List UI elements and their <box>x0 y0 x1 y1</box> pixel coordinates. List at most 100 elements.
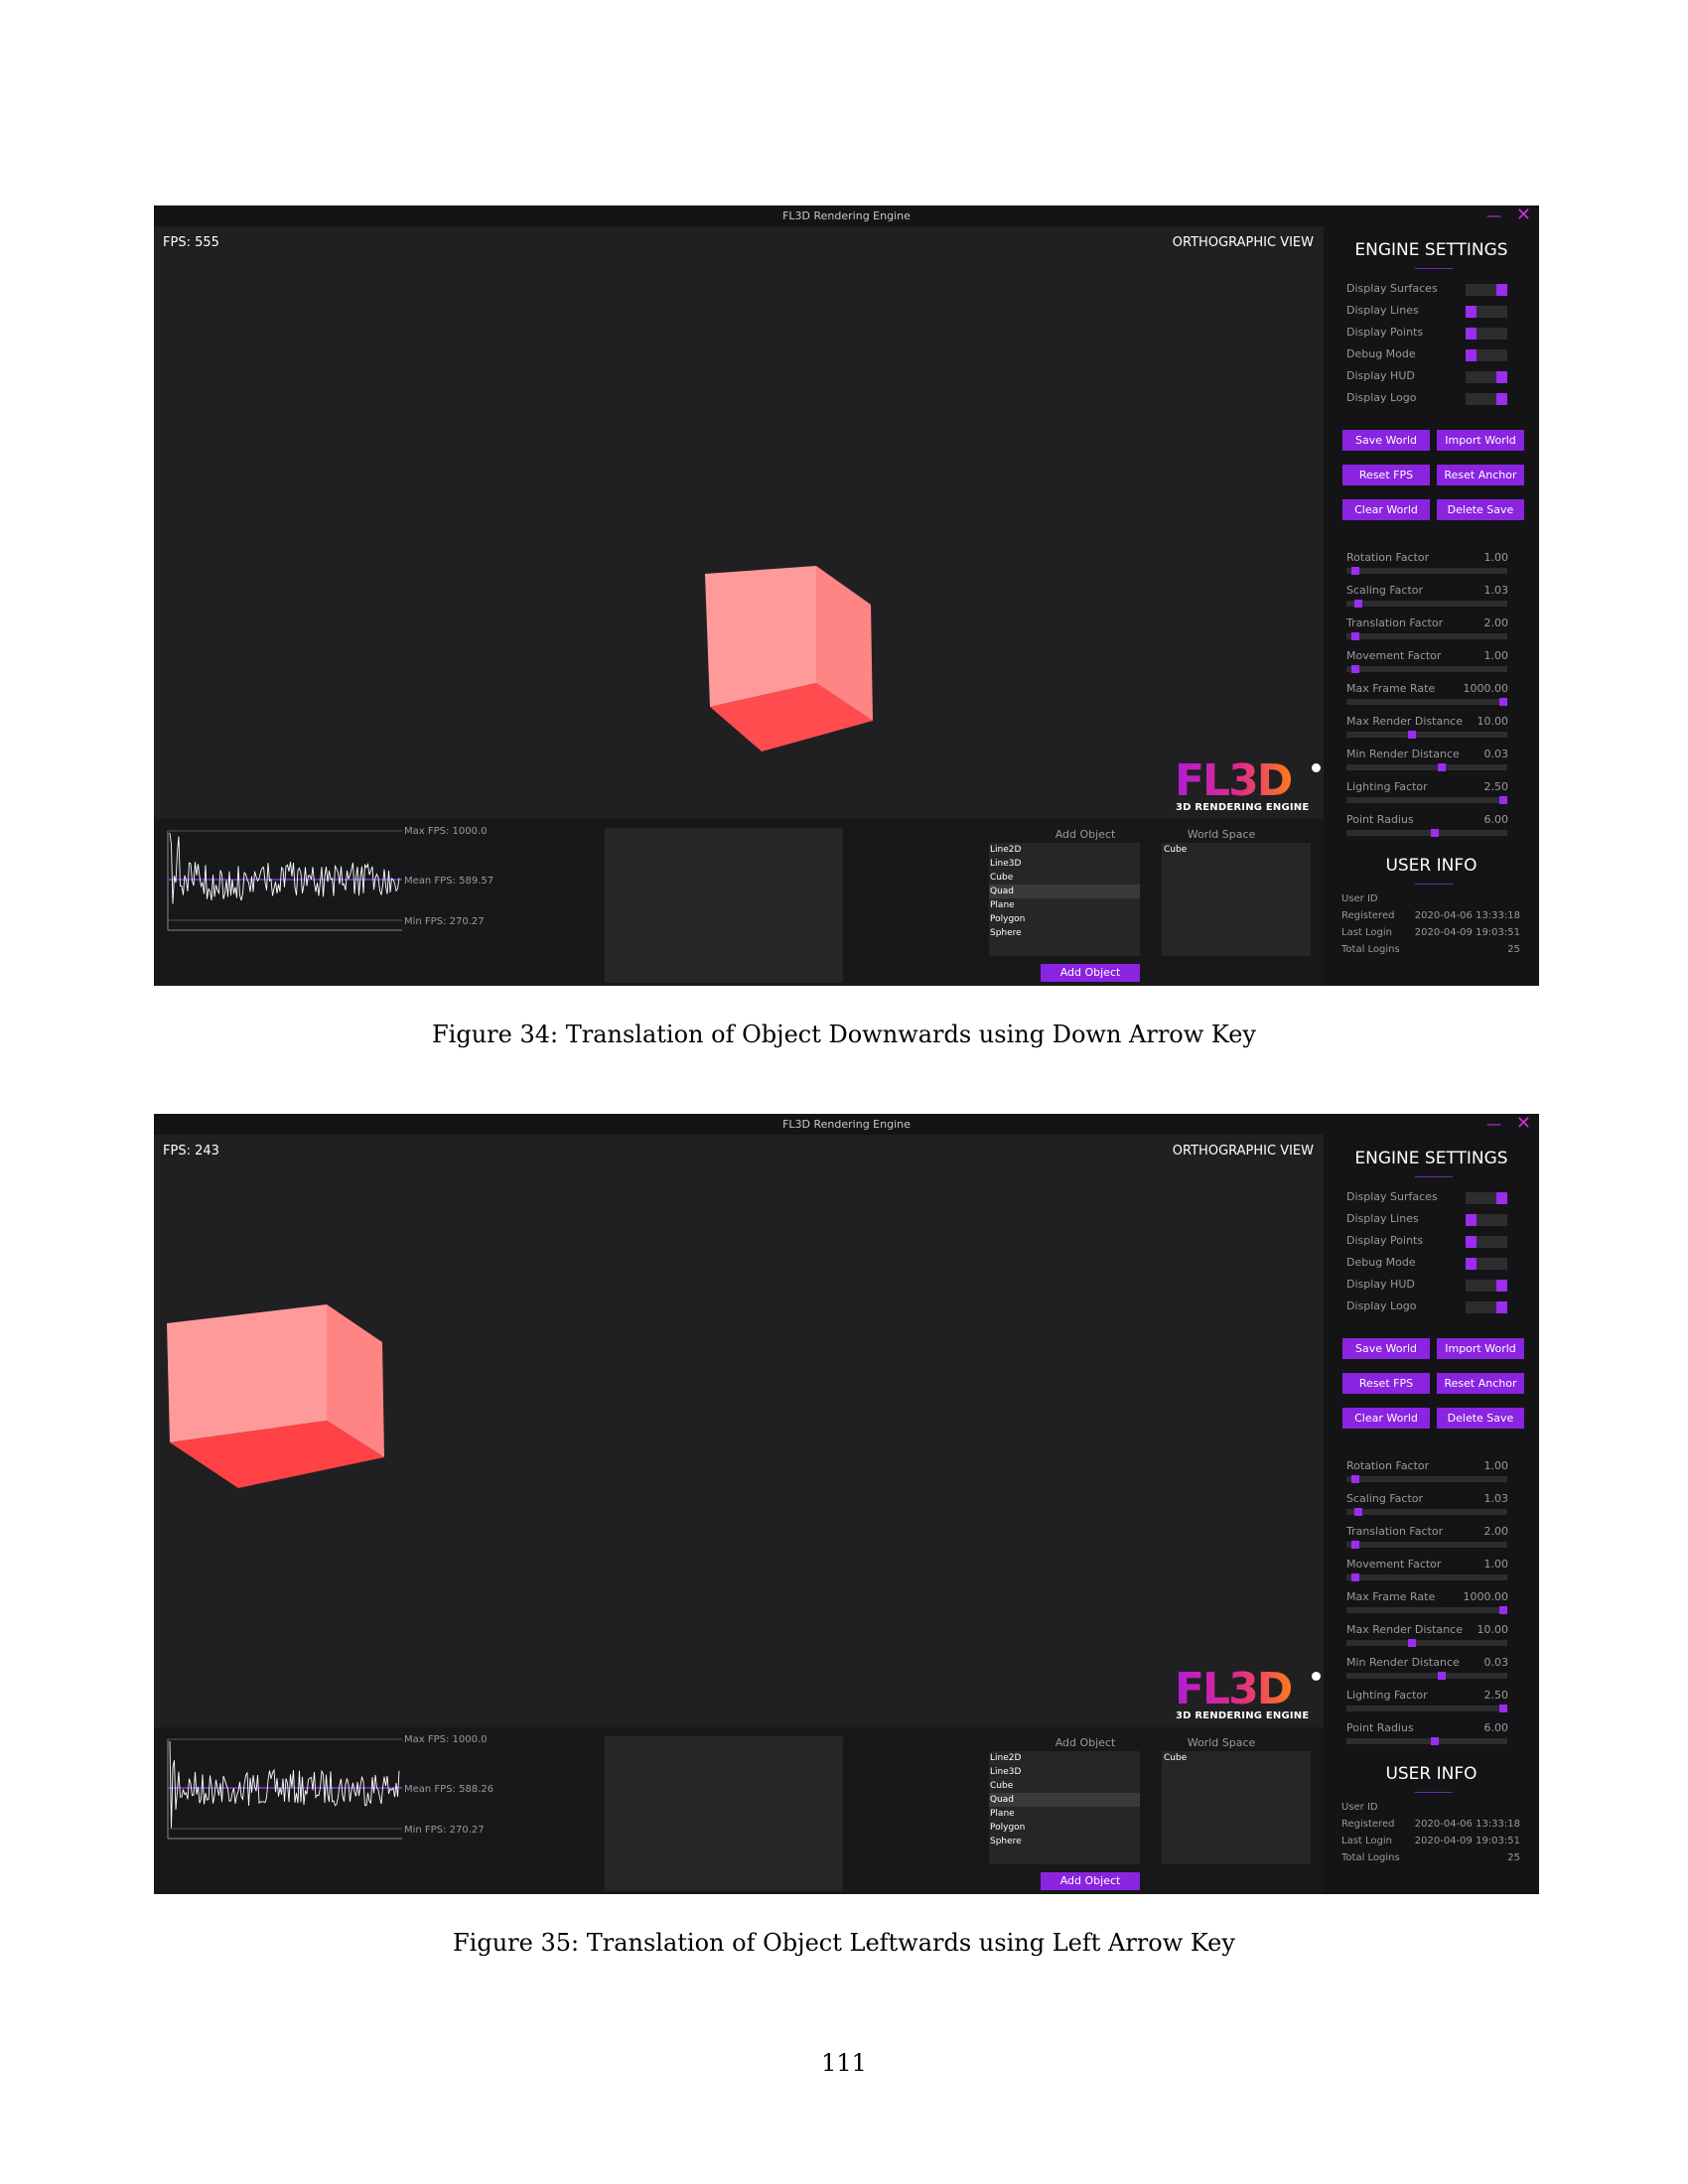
add-object-item-selected[interactable]: Quad <box>989 885 1140 898</box>
slider-knob[interactable] <box>1431 1737 1439 1745</box>
toggle-display-logo[interactable]: Display Logo <box>1346 1299 1515 1315</box>
slider-knob[interactable] <box>1499 1705 1507 1712</box>
slider-point-radius[interactable]: Point Radius 6.00 <box>1346 813 1508 841</box>
slider-translation-factor[interactable]: Translation Factor 2.00 <box>1346 616 1508 644</box>
close-icon[interactable]: ✕ <box>1516 206 1531 224</box>
slider-lighting-factor[interactable]: Lighting Factor 2.50 <box>1346 1689 1508 1716</box>
toggle-switch[interactable] <box>1466 1192 1507 1204</box>
world-space-list[interactable]: Cube <box>1162 843 1311 956</box>
save-world-button[interactable]: Save World <box>1342 430 1430 451</box>
world-space-item[interactable]: Cube <box>1162 1751 1311 1765</box>
add-object-list[interactable]: Line2D Line3D Cube Quad Plane Polygon Sp… <box>989 1751 1140 1864</box>
toggle-display-surfaces[interactable]: Display Surfaces <box>1346 282 1515 298</box>
slider-knob[interactable] <box>1354 1508 1362 1516</box>
add-object-item[interactable]: Plane <box>989 898 1140 912</box>
toggle-display-points[interactable]: Display Points <box>1346 326 1515 341</box>
cube-object[interactable] <box>162 1299 400 1558</box>
slider-knob[interactable] <box>1351 1541 1359 1549</box>
add-object-item[interactable]: Line2D <box>989 843 1140 857</box>
slider-knob[interactable] <box>1499 796 1507 804</box>
clear-world-button[interactable]: Clear World <box>1342 1408 1430 1429</box>
toggle-debug-mode[interactable]: Debug Mode <box>1346 1256 1515 1272</box>
slider-track[interactable] <box>1346 1573 1507 1581</box>
add-object-item-selected[interactable]: Quad <box>989 1793 1140 1807</box>
add-object-button[interactable]: Add Object <box>1041 964 1140 982</box>
slider-rotation-factor[interactable]: Rotation Factor 1.00 <box>1346 551 1508 579</box>
slider-point-radius[interactable]: Point Radius 6.00 <box>1346 1721 1508 1749</box>
delete-save-button[interactable]: Delete Save <box>1437 499 1524 520</box>
cube-object[interactable] <box>700 544 938 802</box>
reset-fps-button[interactable]: Reset FPS <box>1342 1373 1430 1394</box>
minimize-icon[interactable]: — <box>1486 208 1501 223</box>
slider-knob[interactable] <box>1351 1475 1359 1483</box>
render-viewport[interactable]: FPS: 243 ORTHOGRAPHIC VIEW FL3D 3D RENDE… <box>154 1135 1324 1727</box>
minimize-icon[interactable]: — <box>1486 1117 1501 1132</box>
add-object-list[interactable]: Line2D Line3D Cube Quad Plane Polygon Sp… <box>989 843 1140 956</box>
slider-knob[interactable] <box>1499 698 1507 706</box>
slider-track[interactable] <box>1346 1672 1507 1680</box>
add-object-item[interactable]: Cube <box>989 1779 1140 1793</box>
toggle-switch[interactable] <box>1466 328 1507 340</box>
slider-track[interactable] <box>1346 1737 1507 1745</box>
slider-track[interactable] <box>1346 600 1507 608</box>
slider-track[interactable] <box>1346 665 1507 673</box>
slider-scaling-factor[interactable]: Scaling Factor 1.03 <box>1346 1492 1508 1520</box>
slider-knob[interactable] <box>1351 567 1359 575</box>
toggle-debug-mode[interactable]: Debug Mode <box>1346 347 1515 363</box>
toggle-switch[interactable] <box>1466 1280 1507 1292</box>
slider-track[interactable] <box>1346 1705 1507 1712</box>
slider-movement-factor[interactable]: Movement Factor 1.00 <box>1346 649 1508 677</box>
import-world-button[interactable]: Import World <box>1437 1338 1524 1359</box>
import-world-button[interactable]: Import World <box>1437 430 1524 451</box>
toggle-switch[interactable] <box>1466 1236 1507 1248</box>
reset-fps-button[interactable]: Reset FPS <box>1342 465 1430 485</box>
slider-track[interactable] <box>1346 796 1507 804</box>
slider-track[interactable] <box>1346 829 1507 837</box>
slider-min-render-distance[interactable]: Min Render Distance 0.03 <box>1346 748 1508 775</box>
slider-track[interactable] <box>1346 632 1507 640</box>
slider-max-render-distance[interactable]: Max Render Distance 10.00 <box>1346 1623 1508 1651</box>
toggle-display-lines[interactable]: Display Lines <box>1346 1212 1515 1228</box>
save-world-button[interactable]: Save World <box>1342 1338 1430 1359</box>
slider-track[interactable] <box>1346 1606 1507 1614</box>
slider-knob[interactable] <box>1499 1606 1507 1614</box>
slider-knob[interactable] <box>1351 632 1359 640</box>
slider-track[interactable] <box>1346 567 1507 575</box>
add-object-button[interactable]: Add Object <box>1041 1872 1140 1890</box>
slider-track[interactable] <box>1346 763 1507 771</box>
slider-scaling-factor[interactable]: Scaling Factor 1.03 <box>1346 584 1508 612</box>
slider-knob[interactable] <box>1354 600 1362 608</box>
slider-knob[interactable] <box>1438 1672 1446 1680</box>
clear-world-button[interactable]: Clear World <box>1342 499 1430 520</box>
toggle-switch[interactable] <box>1466 284 1507 296</box>
slider-min-render-distance[interactable]: Min Render Distance 0.03 <box>1346 1656 1508 1684</box>
toggle-switch[interactable] <box>1466 371 1507 383</box>
reset-anchor-button[interactable]: Reset Anchor <box>1437 1373 1524 1394</box>
delete-save-button[interactable]: Delete Save <box>1437 1408 1524 1429</box>
slider-knob[interactable] <box>1351 1573 1359 1581</box>
toggle-display-points[interactable]: Display Points <box>1346 1234 1515 1250</box>
add-object-item[interactable]: Line3D <box>989 1765 1140 1779</box>
add-object-item[interactable]: Polygon <box>989 912 1140 926</box>
toggle-switch[interactable] <box>1466 1301 1507 1313</box>
toggle-switch[interactable] <box>1466 306 1507 318</box>
slider-knob[interactable] <box>1438 763 1446 771</box>
slider-knob[interactable] <box>1408 731 1416 739</box>
toggle-display-hud[interactable]: Display HUD <box>1346 1278 1515 1294</box>
slider-knob[interactable] <box>1408 1639 1416 1647</box>
render-viewport[interactable]: FPS: 555 ORTHOGRAPHIC VIEW FL3D 3D RENDE… <box>154 226 1324 819</box>
slider-translation-factor[interactable]: Translation Factor 2.00 <box>1346 1525 1508 1553</box>
slider-track[interactable] <box>1346 731 1507 739</box>
toggle-display-surfaces[interactable]: Display Surfaces <box>1346 1190 1515 1206</box>
toggle-display-lines[interactable]: Display Lines <box>1346 304 1515 320</box>
close-icon[interactable]: ✕ <box>1516 1115 1531 1133</box>
world-space-item[interactable]: Cube <box>1162 843 1311 857</box>
add-object-item[interactable]: Sphere <box>989 926 1140 940</box>
toggle-display-logo[interactable]: Display Logo <box>1346 391 1515 407</box>
add-object-item[interactable]: Sphere <box>989 1835 1140 1848</box>
add-object-item[interactable]: Line2D <box>989 1751 1140 1765</box>
add-object-item[interactable]: Plane <box>989 1807 1140 1821</box>
slider-knob[interactable] <box>1351 665 1359 673</box>
slider-max-frame-rate[interactable]: Max Frame Rate 1000.00 <box>1346 682 1508 710</box>
reset-anchor-button[interactable]: Reset Anchor <box>1437 465 1524 485</box>
